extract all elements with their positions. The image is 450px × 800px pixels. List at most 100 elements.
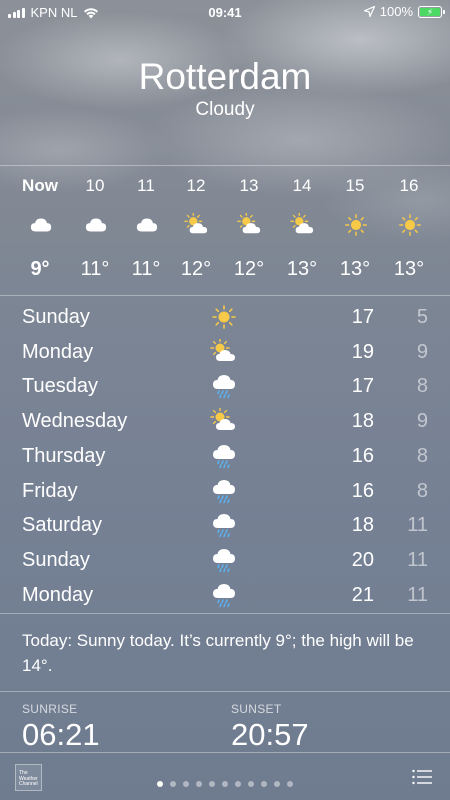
status-right: 100% ⚡ xyxy=(363,4,445,19)
day-weather-icon xyxy=(210,443,238,469)
day-low: 9 xyxy=(416,410,428,433)
day-weather-icon xyxy=(210,407,238,434)
daily-row: Sunday 20 11 xyxy=(0,543,450,577)
day-high: 16 xyxy=(351,444,374,467)
bottom-toolbar: The Weather Channel xyxy=(0,752,450,800)
day-name: Saturday xyxy=(22,514,103,537)
rain-icon xyxy=(213,444,235,469)
battery-icon: ⚡ xyxy=(418,5,445,18)
daily-row: Tuesday 17 8 xyxy=(0,369,450,403)
battery-percent: 100% xyxy=(379,4,413,19)
hour-temperature: 1 xyxy=(436,258,450,281)
daily-row: Friday 16 8 xyxy=(0,474,450,508)
rain-icon xyxy=(213,583,235,607)
status-bar: KPN NL 09:41 100% ⚡ xyxy=(0,0,450,26)
page-dot[interactable] xyxy=(183,781,189,787)
rain-icon xyxy=(213,514,235,538)
hour-weather-icon xyxy=(290,212,316,237)
page-dot[interactable] xyxy=(170,781,176,787)
rain-icon xyxy=(213,479,235,503)
page-indicator[interactable] xyxy=(0,774,450,792)
hour-weather-icon xyxy=(83,213,109,237)
day-low: 11 xyxy=(407,548,428,571)
day-low: 11 xyxy=(407,514,428,537)
sun-icon xyxy=(399,214,421,236)
sun-icon xyxy=(345,214,367,236)
page-dot[interactable] xyxy=(248,781,254,787)
daily-row: Sunday 17 5 xyxy=(0,300,450,334)
hour-weather-icon xyxy=(134,213,160,237)
day-weather-icon xyxy=(210,512,238,538)
hour-label: 14 xyxy=(292,176,312,195)
day-weather-icon xyxy=(210,582,238,608)
partly-sunny-icon xyxy=(290,212,314,234)
day-name: Thursday xyxy=(22,444,106,467)
hour-label: 11 xyxy=(137,176,155,195)
hour-temperature: 12° xyxy=(180,258,212,280)
day-weather-icon xyxy=(210,373,238,399)
day-low: 5 xyxy=(416,306,428,328)
divider xyxy=(0,691,450,692)
rain-icon xyxy=(213,548,235,573)
location-arrow-icon xyxy=(363,6,375,17)
hour-temperature: 13° xyxy=(286,258,318,280)
day-name: Friday xyxy=(22,479,78,502)
divider xyxy=(0,613,450,614)
hour-weather-icon xyxy=(343,213,369,237)
day-high: 19 xyxy=(351,340,374,363)
hour-weather-icon xyxy=(397,213,423,237)
daily-row: Monday 21 11 xyxy=(0,578,450,612)
sunrise-label: SUNRISE xyxy=(22,702,78,716)
day-low: 9 xyxy=(416,340,428,363)
day-name: Sunday xyxy=(22,548,90,571)
day-weather-icon xyxy=(210,304,238,330)
day-low: 8 xyxy=(416,479,428,502)
page-dot[interactable] xyxy=(235,781,241,787)
day-low: 8 xyxy=(416,375,428,398)
sunset-label: SUNSET xyxy=(231,702,282,716)
hour-label: 16 xyxy=(399,176,419,195)
hour-weather-icon xyxy=(237,212,263,237)
day-high: 17 xyxy=(351,306,374,328)
hour-temperature: 12° xyxy=(233,258,265,280)
day-name: Monday xyxy=(22,340,94,363)
current-condition: Cloudy xyxy=(195,99,255,120)
hour-label: 13 xyxy=(239,176,259,195)
page-dot[interactable] xyxy=(157,781,163,787)
day-weather-icon xyxy=(210,478,238,504)
hourly-forecast[interactable]: Now 9° 10 11° 11 11° 12 12° 13 12° 14 13° 15 13° 16 13°… xyxy=(0,165,450,295)
page-dot[interactable] xyxy=(261,781,267,787)
hour-temperature: 13° xyxy=(339,258,371,280)
city-list-icon[interactable] xyxy=(412,769,432,785)
day-low: 11 xyxy=(407,583,428,606)
day-name: Sunday xyxy=(22,306,90,328)
day-low: 8 xyxy=(416,444,428,467)
page-dot[interactable] xyxy=(196,781,202,787)
cloud-icon xyxy=(136,218,158,232)
hour-label: 10 xyxy=(85,176,105,195)
page-dot[interactable] xyxy=(287,781,293,787)
page-dot[interactable] xyxy=(209,781,215,787)
hour-temperature: 11° xyxy=(80,258,110,280)
hour-weather-icon xyxy=(28,213,54,237)
cloud-icon xyxy=(85,218,107,232)
day-high: 21 xyxy=(351,583,374,606)
hour-temperature: 11° xyxy=(131,258,161,280)
page-dot[interactable] xyxy=(274,781,280,787)
partly-sunny-icon xyxy=(210,407,235,431)
hour-label: 15 xyxy=(345,176,365,195)
day-high: 18 xyxy=(351,514,374,537)
partly-sunny-icon xyxy=(237,212,261,234)
day-high: 17 xyxy=(351,375,374,398)
daily-row: Monday 19 9 xyxy=(0,335,450,369)
day-high: 18 xyxy=(351,410,374,433)
sunrise-time: 06:21 xyxy=(22,717,100,752)
today-summary: Today: Sunny today. It’s currently 9°; t… xyxy=(22,631,414,675)
day-high: 16 xyxy=(351,479,374,502)
cloud-icon xyxy=(30,218,52,232)
page-dot[interactable] xyxy=(222,781,228,787)
daily-row: Wednesday 18 9 xyxy=(0,404,450,438)
hour-label: Now xyxy=(22,176,58,195)
day-weather-icon xyxy=(210,337,238,365)
daily-row: Thursday 16 8 xyxy=(0,439,450,473)
